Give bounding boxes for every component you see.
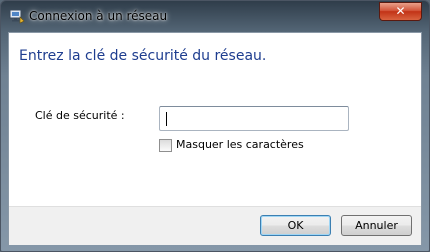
mask-characters-label[interactable]: Masquer les caractères (176, 138, 304, 151)
dialog-heading: Entrez la clé de sécurité du réseau. (19, 48, 267, 64)
network-connect-icon (9, 8, 25, 24)
ok-button[interactable]: OK (260, 215, 331, 236)
title-bar[interactable]: Connexion à un réseau ✕ (1, 1, 429, 31)
window-title: Connexion à un réseau (29, 9, 168, 23)
dialog-window: Connexion à un réseau ✕ Entrez la clé de… (0, 0, 430, 252)
button-bar: OK Annuler (9, 206, 421, 245)
close-button[interactable]: ✕ (379, 2, 422, 21)
text-caret (166, 112, 167, 126)
security-key-label: Clé de sécurité : (35, 109, 125, 122)
close-icon: ✕ (395, 4, 406, 18)
mask-characters-checkbox[interactable] (159, 139, 172, 152)
cancel-button[interactable]: Annuler (341, 215, 412, 236)
security-key-input[interactable] (159, 106, 349, 131)
dialog-content: Entrez la clé de sécurité du réseau. Clé… (8, 32, 422, 245)
